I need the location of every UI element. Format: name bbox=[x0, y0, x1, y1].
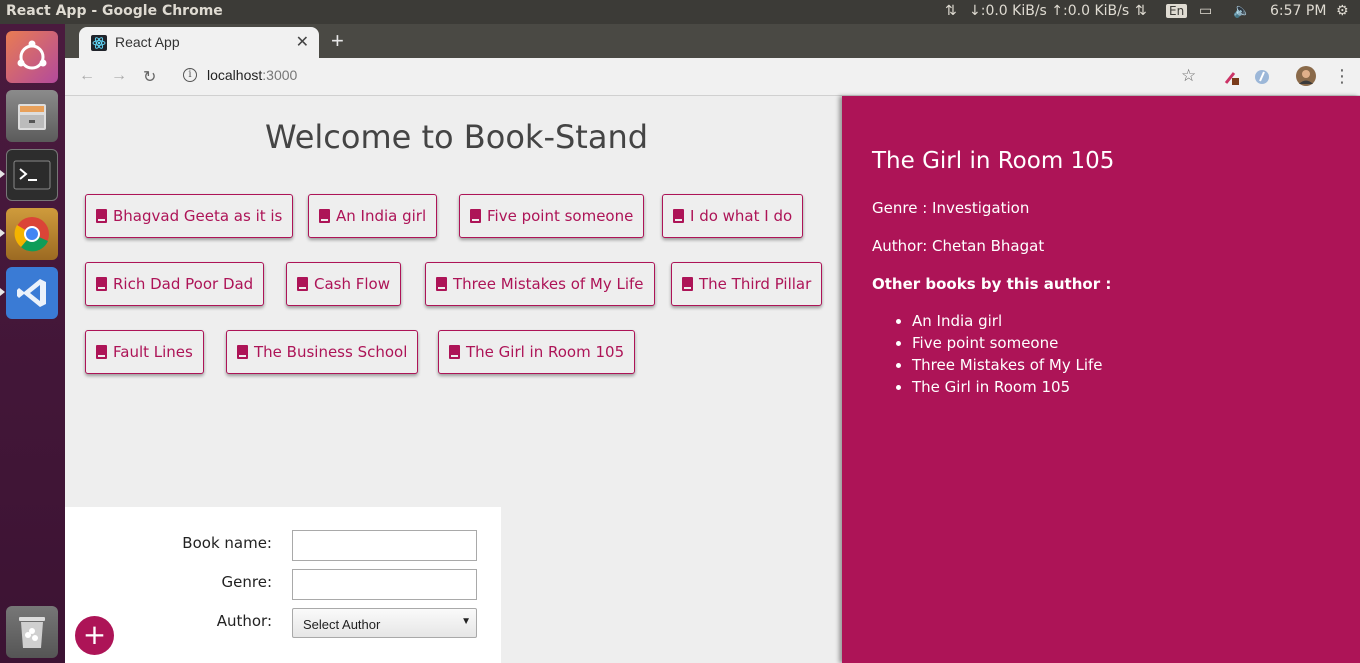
chrome-icon[interactable] bbox=[6, 208, 58, 260]
settings-gear-icon[interactable]: ⚙ bbox=[1336, 3, 1349, 19]
forward-icon[interactable]: → bbox=[111, 67, 127, 85]
book-name-label: Book name: bbox=[182, 534, 272, 552]
terminal-running-indicator bbox=[0, 170, 5, 178]
page-title: Welcome to Book-Stand bbox=[264, 118, 649, 156]
book-button[interactable]: Fault Lines bbox=[85, 330, 204, 374]
battery-icon[interactable]: ▭ bbox=[1199, 3, 1212, 19]
book-button[interactable]: The Business School bbox=[226, 330, 419, 374]
dropdown-arrow-icon: ▼ bbox=[461, 616, 471, 627]
network-updown-icon[interactable]: ⇅ bbox=[945, 3, 957, 19]
book-icon bbox=[449, 345, 460, 359]
tab-title: React App bbox=[115, 34, 180, 50]
extension-icon[interactable] bbox=[1253, 68, 1271, 91]
book-button[interactable]: Three Mistakes of My Life bbox=[425, 262, 655, 306]
add-book-form: Book name: Genre: Author: Select Author … bbox=[65, 507, 501, 663]
chrome-running-indicator bbox=[0, 229, 5, 237]
keyboard-layout-indicator[interactable]: En bbox=[1166, 3, 1188, 19]
author-select[interactable]: Select Author ▼ bbox=[292, 608, 477, 638]
browser-tab-strip: React App ✕ + bbox=[65, 24, 1360, 58]
window-title: React App - Google Chrome bbox=[6, 3, 223, 19]
book-icon bbox=[96, 277, 107, 291]
book-icon bbox=[673, 209, 684, 223]
book-button[interactable]: Bhagvad Geeta as it is bbox=[85, 194, 294, 238]
list-item: Five point someone bbox=[912, 334, 1103, 356]
book-detail-panel: The Girl in Room 105 Genre : Investigati… bbox=[842, 96, 1360, 663]
other-books-heading: Other books by this author : bbox=[872, 275, 1112, 293]
add-book-button[interactable]: + bbox=[75, 616, 114, 655]
trash-icon[interactable] bbox=[6, 606, 58, 658]
reload-icon[interactable]: ↻ bbox=[143, 67, 156, 87]
address-bar[interactable]: localhost:3000 bbox=[207, 67, 297, 83]
extension-eyedropper-icon[interactable] bbox=[1223, 68, 1241, 91]
ubuntu-launcher bbox=[0, 24, 65, 663]
detail-genre: Genre : Investigation bbox=[872, 199, 1030, 217]
book-icon bbox=[470, 209, 481, 223]
genre-input[interactable] bbox=[292, 569, 477, 600]
book-list-panel: Welcome to Book-Stand Bhagvad Geeta as i… bbox=[65, 96, 842, 663]
book-button[interactable]: I do what I do bbox=[662, 194, 804, 238]
files-icon[interactable] bbox=[6, 90, 58, 142]
ubuntu-dash-icon[interactable] bbox=[6, 31, 58, 83]
site-info-icon[interactable]: i bbox=[183, 68, 197, 82]
genre-label: Genre: bbox=[221, 573, 272, 591]
clock[interactable]: 6:57 PM bbox=[1270, 3, 1326, 19]
book-icon bbox=[319, 209, 330, 223]
profile-avatar[interactable] bbox=[1296, 66, 1316, 91]
vscode-running-indicator bbox=[0, 288, 5, 296]
tab-close-icon[interactable]: ✕ bbox=[296, 32, 309, 52]
volume-icon[interactable]: 🔈 bbox=[1233, 3, 1250, 19]
bookmark-star-icon[interactable]: ☆ bbox=[1181, 66, 1196, 86]
detail-author: Author: Chetan Bhagat bbox=[872, 237, 1045, 255]
network-speed: ↓:0.0 KiB/s ↑:0.0 KiB/s bbox=[969, 3, 1130, 19]
book-icon bbox=[436, 277, 447, 291]
detail-title: The Girl in Room 105 bbox=[872, 148, 1115, 174]
book-icon bbox=[96, 345, 107, 359]
book-icon bbox=[297, 277, 308, 291]
book-button[interactable]: Rich Dad Poor Dad bbox=[85, 262, 265, 306]
book-button[interactable]: Cash Flow bbox=[286, 262, 401, 306]
book-button[interactable]: The Third Pillar bbox=[671, 262, 823, 306]
new-tab-button[interactable]: + bbox=[331, 28, 344, 54]
book-icon bbox=[237, 345, 248, 359]
list-item: The Girl in Room 105 bbox=[912, 378, 1103, 400]
book-button[interactable]: An India girl bbox=[308, 194, 438, 238]
browser-toolbar: ← → ↻ i localhost:3000 ☆ ⋮ bbox=[65, 58, 1360, 96]
other-books-list: An India girl Five point someone Three M… bbox=[912, 312, 1103, 400]
list-item: Three Mistakes of My Life bbox=[912, 356, 1103, 378]
network-icon[interactable]: ⇅ bbox=[1135, 3, 1147, 19]
ubuntu-top-panel: React App - Google Chrome ⇅ ↓:0.0 KiB/s … bbox=[0, 0, 1360, 24]
react-favicon-icon bbox=[91, 35, 107, 56]
chrome-menu-icon[interactable]: ⋮ bbox=[1333, 66, 1351, 87]
terminal-icon[interactable] bbox=[6, 149, 58, 201]
browser-tab[interactable]: React App ✕ bbox=[79, 27, 319, 58]
book-button[interactable]: The Girl in Room 105 bbox=[438, 330, 636, 374]
page-content: Welcome to Book-Stand Bhagvad Geeta as i… bbox=[65, 96, 1360, 663]
book-icon bbox=[96, 209, 107, 223]
back-icon[interactable]: ← bbox=[79, 67, 95, 85]
book-button[interactable]: Five point someone bbox=[459, 194, 645, 238]
book-name-input[interactable] bbox=[292, 530, 477, 561]
list-item: An India girl bbox=[912, 312, 1103, 334]
book-icon bbox=[682, 277, 693, 291]
vscode-icon[interactable] bbox=[6, 267, 58, 319]
